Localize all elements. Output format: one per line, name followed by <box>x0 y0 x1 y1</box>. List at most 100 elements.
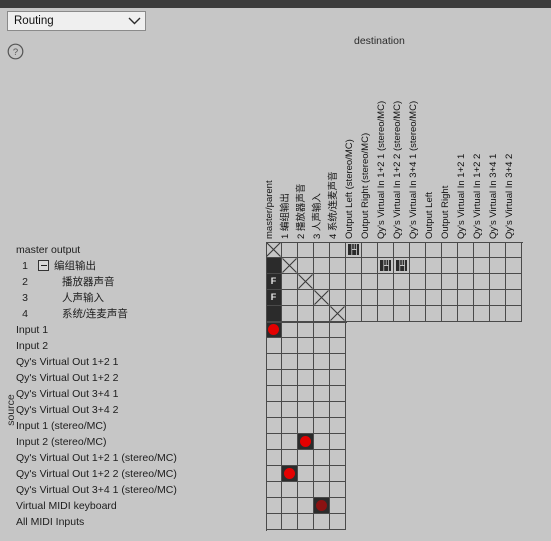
cell-input-2-master-parent[interactable] <box>266 338 282 354</box>
cell-voice-input-qy-virtual-in-3p4-1-stereo-mc[interactable] <box>410 290 426 306</box>
cell-master-output-qy-virtual-in-1p2-2-stereo-mc[interactable] <box>394 242 410 258</box>
connection-dot-active[interactable] <box>284 468 295 479</box>
cell-player-sound-output-left-stereo-mc[interactable] <box>346 274 362 290</box>
cell-qy-virtual-out-3p4-1-smc-col-2[interactable] <box>298 482 314 498</box>
cell-voice-input-qy-virtual-in-1p2-1-stereo-mc[interactable] <box>378 290 394 306</box>
row-label-input-1[interactable]: Input 1 <box>16 322 48 338</box>
cell-master-output-output-left[interactable] <box>426 242 442 258</box>
cell-system-mic-sound-qy-virtual-in-1p2-2[interactable] <box>474 306 490 322</box>
cell-player-sound-col-1[interactable] <box>282 274 298 290</box>
cell-system-mic-sound-output-right-stereo-mc[interactable] <box>362 306 378 322</box>
cell-virtual-midi-keyboard-col-4[interactable] <box>330 498 346 514</box>
cell-system-mic-sound-qy-virtual-in-1p2-1-stereo-mc[interactable] <box>378 306 394 322</box>
cell-input-2-col-3[interactable] <box>314 338 330 354</box>
cell-qy-virtual-out-1p2-2-master-parent[interactable] <box>266 370 282 386</box>
cell-qy-virtual-out-1p2-2-col-3[interactable] <box>314 370 330 386</box>
cell-qy-virtual-out-3p4-2-col-4[interactable] <box>330 402 346 418</box>
cell-master-output-col-4[interactable] <box>330 242 346 258</box>
cell-qy-virtual-out-3p4-2-master-parent[interactable] <box>266 402 282 418</box>
cell-input-1-stereo-mc-col-4[interactable] <box>330 418 346 434</box>
row-label-qy-virtual-out-1p2-1[interactable]: Qy's Virtual Out 1+2 1 <box>16 354 119 370</box>
cell-player-sound-master-parent[interactable]: F <box>266 274 282 290</box>
cell-group-output-qy-virtual-in-1p2-1[interactable] <box>458 258 474 274</box>
cell-group-output-qy-virtual-in-1p2-2-stereo-mc[interactable] <box>394 258 410 274</box>
cell-player-sound-output-right-stereo-mc[interactable] <box>362 274 378 290</box>
cell-qy-virtual-out-1p2-1-smc-col-1[interactable] <box>282 450 298 466</box>
row-label-qy-virtual-out-1p2-2-smc[interactable]: Qy's Virtual Out 1+2 2 (stereo/MC) <box>16 466 177 482</box>
cell-system-mic-sound-col-2[interactable] <box>298 306 314 322</box>
cell-master-output-qy-virtual-in-1p2-1-stereo-mc[interactable] <box>378 242 394 258</box>
cell-group-output-qy-virtual-in-3p4-2[interactable] <box>506 258 522 274</box>
cell-group-output-qy-virtual-in-3p4-1-stereo-mc[interactable] <box>410 258 426 274</box>
cell-system-mic-sound-col-3[interactable] <box>314 306 330 322</box>
cell-master-output-qy-virtual-in-3p4-1-stereo-mc[interactable] <box>410 242 426 258</box>
cell-qy-virtual-out-3p4-1-col-4[interactable] <box>330 386 346 402</box>
cell-voice-input-output-left[interactable] <box>426 290 442 306</box>
cell-system-mic-sound-col-4[interactable] <box>330 306 346 322</box>
cell-qy-virtual-out-3p4-2-col-1[interactable] <box>282 402 298 418</box>
cell-qy-virtual-out-1p2-1-smc-col-4[interactable] <box>330 450 346 466</box>
cell-voice-input-col-3[interactable] <box>314 290 330 306</box>
cell-system-mic-sound-qy-virtual-in-1p2-2-stereo-mc[interactable] <box>394 306 410 322</box>
cell-all-midi-inputs-col-2[interactable] <box>298 514 314 530</box>
cell-voice-input-col-2[interactable] <box>298 290 314 306</box>
cell-player-sound-output-left[interactable] <box>426 274 442 290</box>
cell-player-sound-qy-virtual-in-3p4-2[interactable] <box>506 274 522 290</box>
cell-input-1-stereo-mc-col-2[interactable] <box>298 418 314 434</box>
cell-voice-input-qy-virtual-in-1p2-1[interactable] <box>458 290 474 306</box>
cell-player-sound-qy-virtual-in-3p4-1[interactable] <box>490 274 506 290</box>
cell-group-output-col-2[interactable] <box>298 258 314 274</box>
cell-all-midi-inputs-col-3[interactable] <box>314 514 330 530</box>
cell-master-output-col-1[interactable] <box>282 242 298 258</box>
cell-qy-virtual-out-3p4-1-smc-col-3[interactable] <box>314 482 330 498</box>
cell-all-midi-inputs-col-4[interactable] <box>330 514 346 530</box>
cell-master-output-qy-virtual-in-3p4-1[interactable] <box>490 242 506 258</box>
row-label-voice-input[interactable]: 人声输入 <box>62 290 104 306</box>
cell-qy-virtual-out-1p2-1-master-parent[interactable] <box>266 354 282 370</box>
cell-input-2-stereo-mc-col-2[interactable] <box>298 434 314 450</box>
connection-dot-muted[interactable] <box>316 500 327 511</box>
cell-qy-virtual-out-1p2-2-smc-col-4[interactable] <box>330 466 346 482</box>
column-header-qy-virtual-in-3p4-2[interactable]: Qy's Virtual In 3+4 2 <box>504 10 522 240</box>
cell-qy-virtual-out-1p2-2-col-4[interactable] <box>330 370 346 386</box>
cell-input-1-stereo-mc-col-1[interactable] <box>282 418 298 434</box>
row-label-qy-virtual-out-3p4-1[interactable]: Qy's Virtual Out 3+4 1 <box>16 386 119 402</box>
cell-voice-input-output-right-stereo-mc[interactable] <box>362 290 378 306</box>
cell-qy-virtual-out-3p4-1-col-2[interactable] <box>298 386 314 402</box>
cell-system-mic-sound-output-right[interactable] <box>442 306 458 322</box>
cell-system-mic-sound-qy-virtual-in-3p4-1[interactable] <box>490 306 506 322</box>
cell-qy-virtual-out-1p2-1-col-1[interactable] <box>282 354 298 370</box>
cell-group-output-col-4[interactable] <box>330 258 346 274</box>
cell-qy-virtual-out-3p4-1-col-1[interactable] <box>282 386 298 402</box>
cell-player-sound-qy-virtual-in-1p2-1[interactable] <box>458 274 474 290</box>
row-label-input-1-stereo-mc[interactable]: Input 1 (stereo/MC) <box>16 418 106 434</box>
row-label-qy-virtual-out-3p4-1-smc[interactable]: Qy's Virtual Out 3+4 1 (stereo/MC) <box>16 482 177 498</box>
row-label-all-midi-inputs[interactable]: All MIDI Inputs <box>16 514 84 530</box>
cell-player-sound-qy-virtual-in-1p2-2[interactable] <box>474 274 490 290</box>
cell-qy-virtual-out-3p4-2-col-3[interactable] <box>314 402 330 418</box>
cell-group-output-output-right[interactable] <box>442 258 458 274</box>
cell-qy-virtual-out-1p2-1-col-4[interactable] <box>330 354 346 370</box>
cell-qy-virtual-out-3p4-2-col-2[interactable] <box>298 402 314 418</box>
cell-player-sound-qy-virtual-in-1p2-1-stereo-mc[interactable] <box>378 274 394 290</box>
cell-qy-virtual-out-1p2-2-col-2[interactable] <box>298 370 314 386</box>
cell-qy-virtual-out-3p4-1-smc-col-4[interactable] <box>330 482 346 498</box>
cell-group-output-output-left[interactable] <box>426 258 442 274</box>
cell-qy-virtual-out-1p2-2-smc-master-parent[interactable] <box>266 466 282 482</box>
cell-master-output-qy-virtual-in-1p2-1[interactable] <box>458 242 474 258</box>
row-label-master-output[interactable]: master output <box>16 242 80 258</box>
cell-system-mic-sound-output-left[interactable] <box>426 306 442 322</box>
cell-voice-input-qy-virtual-in-1p2-2[interactable] <box>474 290 490 306</box>
cell-voice-input-qy-virtual-in-3p4-1[interactable] <box>490 290 506 306</box>
cell-input-2-stereo-mc-col-4[interactable] <box>330 434 346 450</box>
cell-input-1-stereo-mc-master-parent[interactable] <box>266 418 282 434</box>
cell-qy-virtual-out-3p4-1-smc-master-parent[interactable] <box>266 482 282 498</box>
connection-dot-active[interactable] <box>268 324 279 335</box>
cell-input-1-col-4[interactable] <box>330 322 346 338</box>
cell-qy-virtual-out-1p2-1-smc-col-3[interactable] <box>314 450 330 466</box>
cell-system-mic-sound-master-parent[interactable] <box>266 306 282 322</box>
cell-input-1-stereo-mc-col-3[interactable] <box>314 418 330 434</box>
cell-voice-input-output-right[interactable] <box>442 290 458 306</box>
row-label-system-mic-sound[interactable]: 系统/连麦声音 <box>62 306 128 322</box>
cell-group-output-qy-virtual-in-1p2-1-stereo-mc[interactable] <box>378 258 394 274</box>
